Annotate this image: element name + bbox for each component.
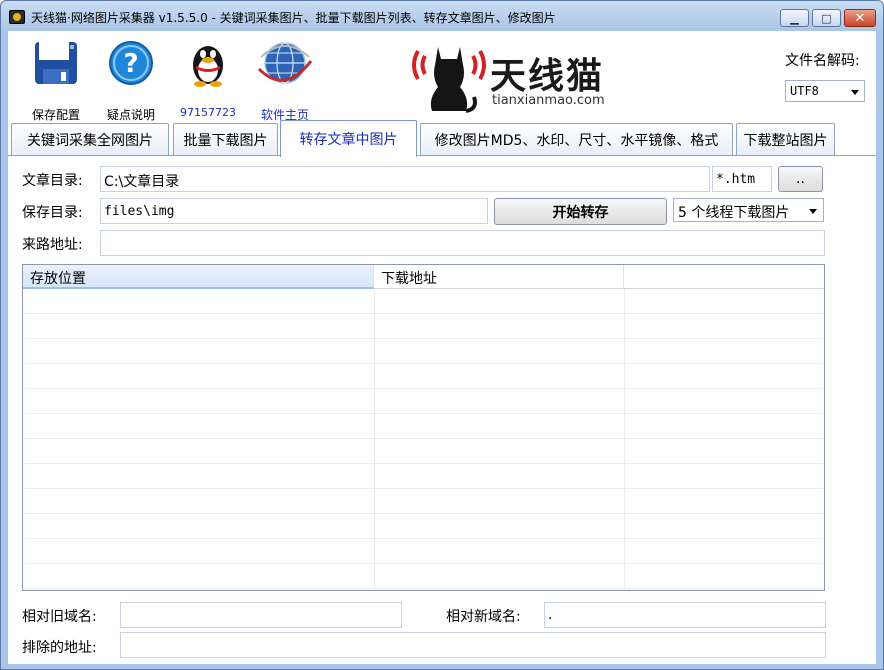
logo-subtitle: tianxianmao.com xyxy=(492,93,605,108)
tab-bar: 关键词采集全网图片 批量下载图片 转存文章中图片 修改图片MD5、水印、尺寸、水… xyxy=(8,120,876,157)
new-domain-input[interactable]: . xyxy=(544,602,826,628)
decode-label: 文件名解码: xyxy=(785,53,860,69)
maximize-button[interactable]: □ xyxy=(812,9,841,27)
table-row[interactable] xyxy=(23,464,824,489)
new-domain-label: 相对新域名: xyxy=(446,609,521,625)
article-images-panel: 文章目录: C:\文章目录 *.htm .. 保存目录: files\img 开… xyxy=(8,156,876,664)
table-row[interactable] xyxy=(23,564,824,589)
table-row[interactable] xyxy=(23,289,824,314)
decode-selected-value: UTF8 xyxy=(790,84,819,98)
column-header-location[interactable]: 存放位置 xyxy=(23,265,374,289)
table-row[interactable] xyxy=(23,514,824,539)
article-dir-input[interactable]: C:\文章目录 xyxy=(100,166,710,192)
referer-label: 来路地址: xyxy=(22,237,83,253)
tab-label: 转存文章中图片 xyxy=(299,132,398,148)
table-row[interactable] xyxy=(23,414,824,439)
grid-column-line xyxy=(624,289,625,590)
old-domain-input[interactable] xyxy=(120,602,402,628)
save-dir-input[interactable]: files\img xyxy=(100,198,488,224)
minimize-icon: ▁ xyxy=(790,11,799,25)
tab-label: 下载整站图片 xyxy=(743,132,828,149)
maximize-icon: □ xyxy=(821,11,832,25)
app-icon[interactable] xyxy=(9,10,25,24)
referer-input[interactable] xyxy=(100,230,825,256)
logo-title: 天线猫 xyxy=(490,56,605,97)
column-header-extra[interactable] xyxy=(624,265,824,289)
qq-button[interactable]: 97157723 xyxy=(168,39,248,119)
list-header: 存放位置 下载地址 xyxy=(23,265,824,289)
tab-site-download[interactable]: 下载整站图片 xyxy=(736,123,835,155)
globe-icon xyxy=(257,42,313,84)
table-row[interactable] xyxy=(23,364,824,389)
floppy-disk-icon xyxy=(35,42,77,84)
grid-column-line xyxy=(374,289,375,590)
main-client-area: 保存配置 ? 疑点说明 97157723 软件主页 天线猫 tianxianma… xyxy=(8,31,876,664)
help-button[interactable]: ? 疑点说明 xyxy=(91,39,171,122)
table-row[interactable] xyxy=(23,539,824,564)
tab-label: 修改图片MD5、水印、尺寸、水平镜像、格式 xyxy=(434,132,719,149)
qq-penguin-icon xyxy=(193,46,223,87)
image-list-view[interactable]: 存放位置 下载地址 xyxy=(22,264,825,591)
close-icon: ✕ xyxy=(854,10,866,26)
chevron-down-icon xyxy=(851,90,859,95)
brand-logo: 天线猫 tianxianmao.com xyxy=(408,37,618,117)
browse-button[interactable]: .. xyxy=(778,166,823,192)
tab-modify-images[interactable]: 修改图片MD5、水印、尺寸、水平镜像、格式 xyxy=(420,123,733,155)
table-row[interactable] xyxy=(23,314,824,339)
tab-keyword-collect[interactable]: 关键词采集全网图片 xyxy=(11,123,169,155)
cat-antenna-logo-icon xyxy=(412,47,486,113)
old-domain-label: 相对旧域名: xyxy=(22,609,97,625)
title-bar[interactable]: 天线猫·网络图片采集器 v1.5.5.0 - 关键词采集图片、批量下载图片列表、… xyxy=(1,1,883,33)
window-title: 天线猫·网络图片采集器 v1.5.5.0 - 关键词采集图片、批量下载图片列表、… xyxy=(31,11,556,25)
table-row[interactable] xyxy=(23,389,824,414)
minimize-button[interactable]: ▁ xyxy=(780,9,809,27)
save-dir-label: 保存目录: xyxy=(22,205,83,221)
table-row[interactable] xyxy=(23,439,824,464)
start-transfer-button[interactable]: 开始转存 xyxy=(494,198,667,225)
chevron-down-icon xyxy=(809,209,817,214)
table-row[interactable] xyxy=(23,339,824,364)
exclude-label: 排除的地址: xyxy=(22,640,97,656)
help-label: 疑点说明 xyxy=(106,108,155,122)
decode-select[interactable]: UTF8 xyxy=(785,80,865,102)
article-dir-label: 文章目录: xyxy=(22,173,83,189)
close-button[interactable]: ✕ xyxy=(844,9,876,27)
thread-count-select[interactable]: 5 个线程下载图片 xyxy=(673,198,824,222)
save-config-button[interactable]: 保存配置 xyxy=(16,39,96,122)
qq-number-label: 97157723 xyxy=(180,106,236,119)
app-window: 天线猫·网络图片采集器 v1.5.5.0 - 关键词采集图片、批量下载图片列表、… xyxy=(0,0,884,670)
tab-batch-download[interactable]: 批量下载图片 xyxy=(173,123,278,155)
question-icon: ? xyxy=(109,41,153,85)
file-extension-input[interactable]: *.htm xyxy=(712,166,772,192)
tab-label: 关键词采集全网图片 xyxy=(27,132,153,149)
thread-count-value: 5 个线程下载图片 xyxy=(678,205,790,221)
column-header-url[interactable]: 下载地址 xyxy=(374,265,624,289)
tab-label: 批量下载图片 xyxy=(183,132,268,149)
exclude-input[interactable] xyxy=(120,632,826,658)
homepage-button[interactable]: 软件主页 xyxy=(245,39,325,122)
save-config-label: 保存配置 xyxy=(31,108,80,122)
svg-text:?: ? xyxy=(123,49,138,79)
tab-article-images[interactable]: 转存文章中图片 xyxy=(280,120,417,157)
table-row[interactable] xyxy=(23,489,824,514)
